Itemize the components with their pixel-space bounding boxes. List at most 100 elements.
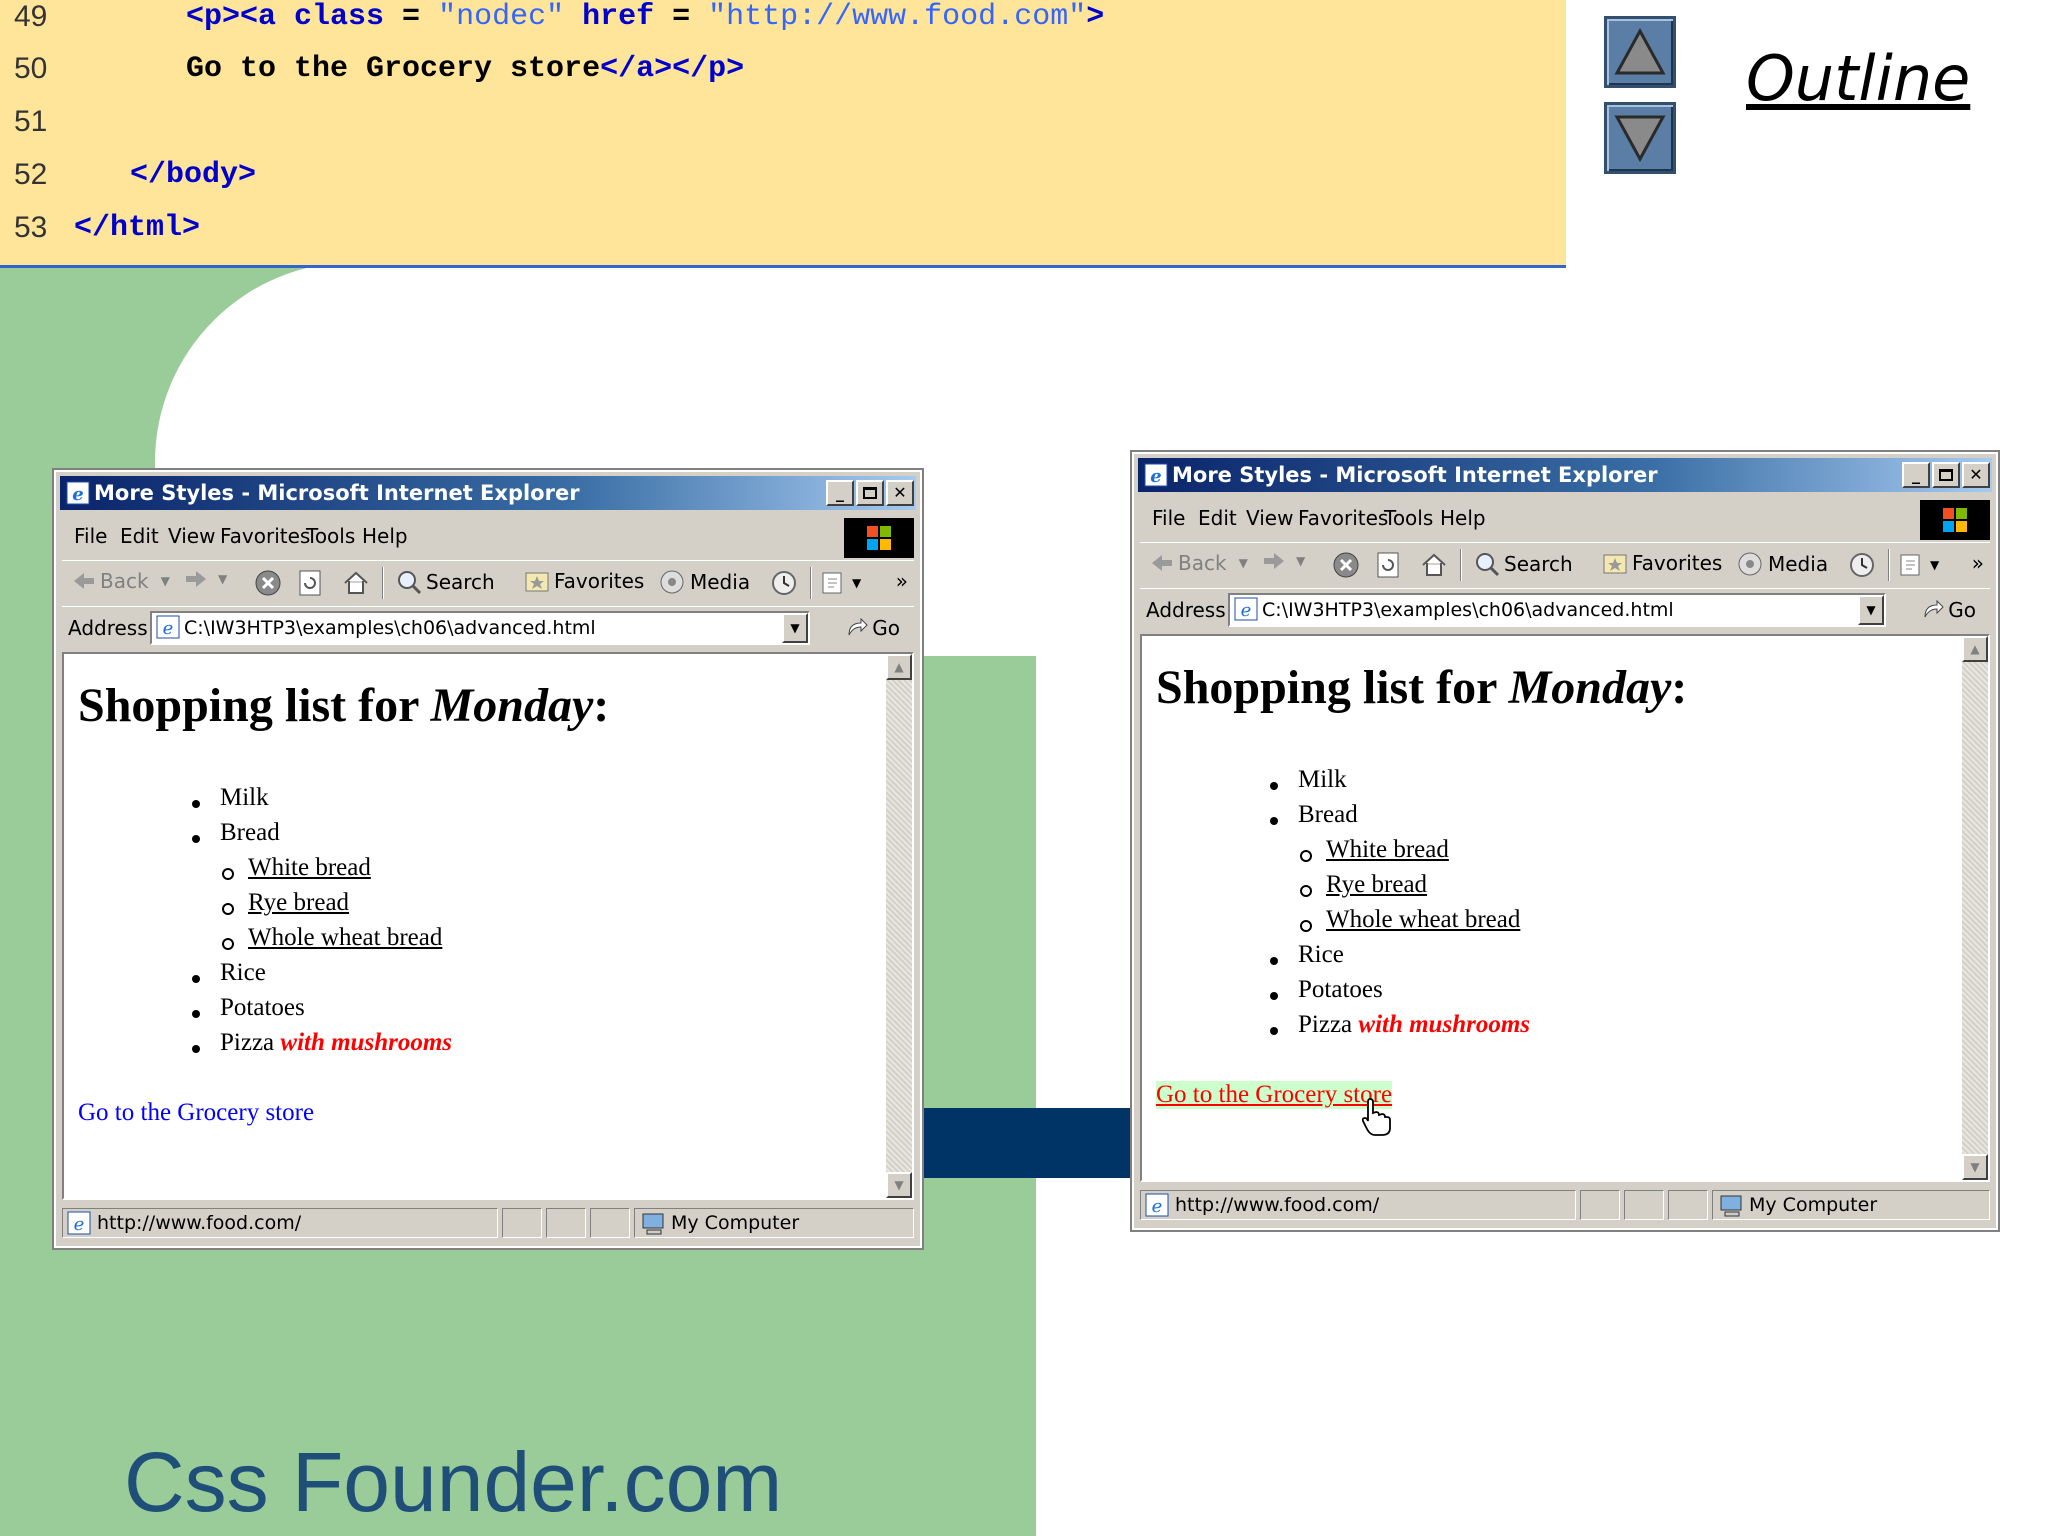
menu-help[interactable]: Help — [362, 524, 408, 548]
vertical-scrollbar[interactable]: ▲ ▼ — [886, 654, 912, 1198]
search-button[interactable]: Search — [1474, 551, 1573, 577]
ie-icon: e — [1144, 463, 1168, 487]
scroll-up-button[interactable]: ▲ — [1962, 636, 1988, 662]
chevron-more-icon[interactable]: » — [1972, 551, 1984, 575]
window-title: More Styles - Microsoft Internet Explore… — [1172, 463, 1658, 487]
code-token: class — [294, 0, 385, 34]
link-white-bread[interactable]: White bread — [1326, 836, 1449, 864]
address-dropdown-button[interactable]: ▼ — [782, 613, 808, 643]
address-bar: Address e C:\IW3HTP3\examples\ch06\advance… — [1140, 588, 1990, 630]
link-whole-wheat-bread[interactable]: Whole wheat bread — [1326, 906, 1520, 934]
address-dropdown-button[interactable]: ▼ — [1858, 595, 1884, 625]
next-slide-button[interactable] — [1604, 102, 1676, 174]
maximize-button[interactable] — [1932, 462, 1960, 488]
code-token: = — [654, 0, 709, 34]
scroll-down-button[interactable]: ▼ — [1962, 1154, 1988, 1180]
home-icon[interactable] — [342, 569, 370, 597]
line-number: 50 — [14, 52, 48, 85]
code-text: </body> — [130, 158, 256, 192]
page-heading: Shopping list for Monday: — [78, 678, 609, 733]
page-icon: e — [156, 615, 180, 643]
scroll-up-button[interactable]: ▲ — [886, 654, 912, 680]
media-button[interactable]: Media — [658, 569, 750, 595]
forward-button[interactable]: ▼ — [184, 569, 227, 589]
menu-favorites[interactable]: Favorites — [1298, 506, 1388, 530]
line-number: 49 — [14, 0, 48, 33]
home-icon[interactable] — [1420, 551, 1448, 579]
minimize-button[interactable]: _ — [826, 480, 854, 506]
address-input[interactable]: e C:\IW3HTP3\examples\ch06\advanced.html ▼ — [1228, 593, 1886, 627]
toolbar-separator — [810, 567, 812, 599]
close-button[interactable]: ✕ — [886, 480, 914, 506]
menu-file[interactable]: File — [1152, 506, 1185, 530]
chevron-more-icon[interactable]: » — [896, 569, 908, 593]
grocery-store-link[interactable]: Go to the Grocery store — [78, 1099, 314, 1127]
code-token: href — [582, 0, 655, 34]
go-label: Go — [872, 616, 900, 640]
page-icon: e — [67, 1211, 91, 1237]
bullet — [1270, 1027, 1278, 1035]
maximize-button[interactable] — [856, 480, 884, 506]
stop-icon[interactable] — [254, 569, 282, 597]
page-heading: Shopping list for Monday: — [1156, 660, 1687, 715]
refresh-icon[interactable] — [298, 569, 322, 597]
go-button[interactable]: Go — [1922, 598, 1976, 622]
menu-edit[interactable]: Edit — [120, 524, 159, 548]
close-button[interactable]: ✕ — [1962, 462, 1990, 488]
menu-tools[interactable]: Tools — [306, 524, 355, 548]
media-label: Media — [690, 570, 751, 594]
page-icon: e — [1234, 597, 1258, 625]
stop-icon[interactable] — [1332, 551, 1360, 579]
previous-slide-button[interactable] — [1604, 16, 1676, 88]
favorites-icon — [1603, 554, 1627, 574]
favorites-label: Favorites — [554, 569, 645, 593]
edit-icon[interactable]: ▼ — [1898, 551, 1939, 579]
history-icon[interactable] — [770, 569, 798, 597]
list-item-pizza: Pizza with mushrooms — [220, 1029, 452, 1057]
forward-button[interactable]: ▼ — [1262, 551, 1305, 571]
media-button[interactable]: Media — [1736, 551, 1828, 577]
minimize-button[interactable]: _ — [1902, 462, 1930, 488]
go-arrow-icon — [848, 617, 868, 636]
status-zone-cell: My Computer — [634, 1208, 914, 1238]
menu-view[interactable]: View — [1246, 506, 1293, 530]
edit-icon[interactable]: ▼ — [820, 569, 861, 597]
code-token: Go to the Grocery store — [186, 52, 601, 86]
grocery-store-link[interactable]: Go to the Grocery store — [1156, 1081, 1393, 1109]
sub-bullet — [222, 903, 234, 915]
link-whole-wheat-bread[interactable]: Whole wheat bread — [248, 924, 442, 952]
svg-text:e: e — [1150, 466, 1161, 487]
refresh-icon[interactable] — [1376, 551, 1400, 579]
menu-favorites[interactable]: Favorites — [220, 524, 310, 548]
code-token: </body> — [130, 158, 257, 192]
menu-edit[interactable]: Edit — [1198, 506, 1237, 530]
back-button[interactable]: Back ▼ — [1150, 551, 1248, 575]
address-label: Address — [1146, 598, 1226, 622]
sub-bullet — [1300, 885, 1312, 897]
address-input[interactable]: e C:\IW3HTP3\examples\ch06\advanced.html ▼ — [150, 611, 810, 645]
vertical-scrollbar[interactable]: ▲ ▼ — [1962, 636, 1988, 1180]
menu-help[interactable]: Help — [1440, 506, 1486, 530]
menu-view[interactable]: View — [168, 524, 215, 548]
menu-tools[interactable]: Tools — [1384, 506, 1433, 530]
back-button[interactable]: Back ▼ — [72, 569, 170, 593]
title-bar: e More Styles - Microsoft Internet Explor… — [60, 476, 916, 510]
link-white-bread[interactable]: White bread — [248, 854, 371, 882]
scroll-down-button[interactable]: ▼ — [886, 1172, 912, 1198]
status-empty-cell — [1624, 1190, 1664, 1220]
favorites-button[interactable]: Favorites — [1602, 551, 1722, 575]
link-rye-bread[interactable]: Rye bread — [1326, 871, 1427, 899]
go-button[interactable]: Go — [846, 616, 900, 640]
search-button[interactable]: Search — [396, 569, 495, 595]
windows-logo-icon — [844, 518, 914, 558]
favorites-button[interactable]: Favorites — [524, 569, 644, 593]
link-rye-bread[interactable]: Rye bread — [248, 889, 349, 917]
menu-bar: File Edit View Favorites Tools Help — [62, 516, 914, 558]
menu-file[interactable]: File — [74, 524, 107, 548]
outline-link[interactable]: Outline — [1746, 42, 1970, 115]
favorites-label: Favorites — [1632, 551, 1723, 575]
history-icon[interactable] — [1848, 551, 1876, 579]
svg-text:e: e — [72, 484, 83, 505]
back-label: Back — [1178, 551, 1227, 575]
